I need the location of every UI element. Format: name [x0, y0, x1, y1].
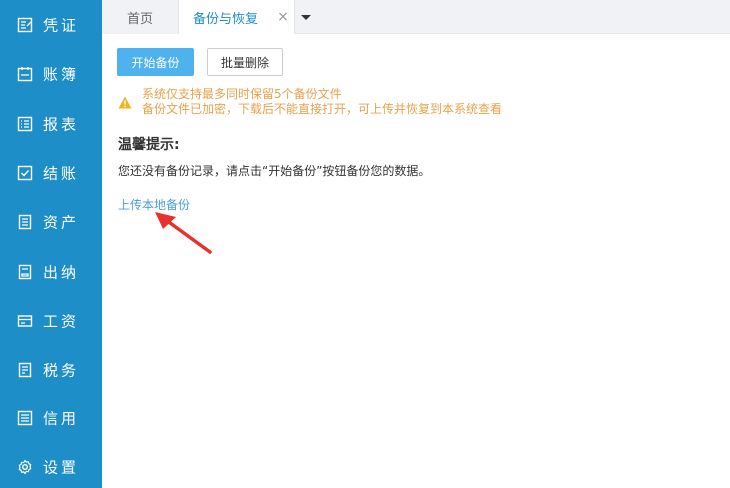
sidebar-item-payroll[interactable]: 工资 — [0, 297, 102, 345]
checkout-icon — [17, 165, 33, 181]
sidebar-item-credit[interactable]: 信用 — [0, 394, 102, 442]
tab-backup-restore[interactable]: 备份与恢复 × — [178, 0, 295, 34]
credit-icon — [17, 410, 33, 426]
ledger-icon — [17, 67, 33, 82]
sidebar: 凭证 账簿 报表 结账 资产 出纳 工资 税务 信用 设置 — [0, 0, 102, 488]
chevron-down-icon[interactable] — [298, 9, 314, 25]
sidebar-item-label: 结账 — [43, 164, 80, 183]
tab-home[interactable]: 首页 — [102, 0, 178, 34]
main-content: 开始备份 批量删除 系统仅支持最多同时保留5个备份文件 备份文件已加密，下载后不… — [102, 34, 730, 488]
sidebar-item-label: 账簿 — [43, 65, 80, 84]
sidebar-item-ledger[interactable]: 账簿 — [0, 50, 102, 98]
batch-delete-button[interactable]: 批量删除 — [207, 48, 283, 76]
sidebar-item-tax[interactable]: 税务 — [0, 346, 102, 394]
gear-icon — [18, 459, 32, 475]
sidebar-item-label: 出纳 — [43, 263, 80, 282]
voucher-icon — [17, 17, 33, 33]
sidebar-item-label: 报表 — [43, 115, 80, 134]
sidebar-item-label: 资产 — [43, 213, 80, 232]
sidebar-item-label: 设置 — [43, 458, 80, 477]
sidebar-item-label: 税务 — [43, 361, 80, 380]
report-icon — [17, 116, 33, 132]
sidebar-item-cashier[interactable]: 出纳 — [0, 248, 102, 296]
sidebar-item-checkout[interactable]: 结账 — [0, 149, 102, 197]
tab-backup-restore-label: 备份与恢复 — [193, 11, 259, 27]
sidebar-item-report[interactable]: 报表 — [0, 100, 102, 148]
sidebar-item-label: 信用 — [43, 409, 80, 428]
tab-home-label: 首页 — [126, 11, 153, 27]
sidebar-item-settings[interactable]: 设置 — [0, 443, 102, 488]
close-icon[interactable]: × — [276, 10, 290, 24]
asset-icon — [18, 214, 32, 230]
warning-icon — [118, 96, 132, 109]
warning-text: 系统仅支持最多同时保留5个备份文件 — [142, 87, 342, 101]
sidebar-item-label: 凭证 — [43, 16, 80, 35]
payroll-icon — [17, 315, 33, 327]
annotation-arrow-icon — [155, 212, 212, 254]
tips-body: 您还没有备份记录，请点击“开始备份”按钮备份您的数据。 — [118, 164, 431, 178]
tab-bar: 首页 备份与恢复 × — [102, 0, 730, 34]
sidebar-item-voucher[interactable]: 凭证 — [0, 1, 102, 49]
sidebar-item-label: 工资 — [43, 312, 80, 331]
tax-icon — [18, 362, 32, 378]
tips-title: 温馨提示: — [118, 137, 180, 153]
sidebar-item-asset[interactable]: 资产 — [0, 198, 102, 246]
warning-text: 备份文件已加密，下载后不能直接打开，可上传并恢复到本系统查看 — [142, 102, 503, 116]
start-backup-button[interactable]: 开始备份 — [117, 48, 194, 76]
cashier-icon — [18, 264, 32, 280]
